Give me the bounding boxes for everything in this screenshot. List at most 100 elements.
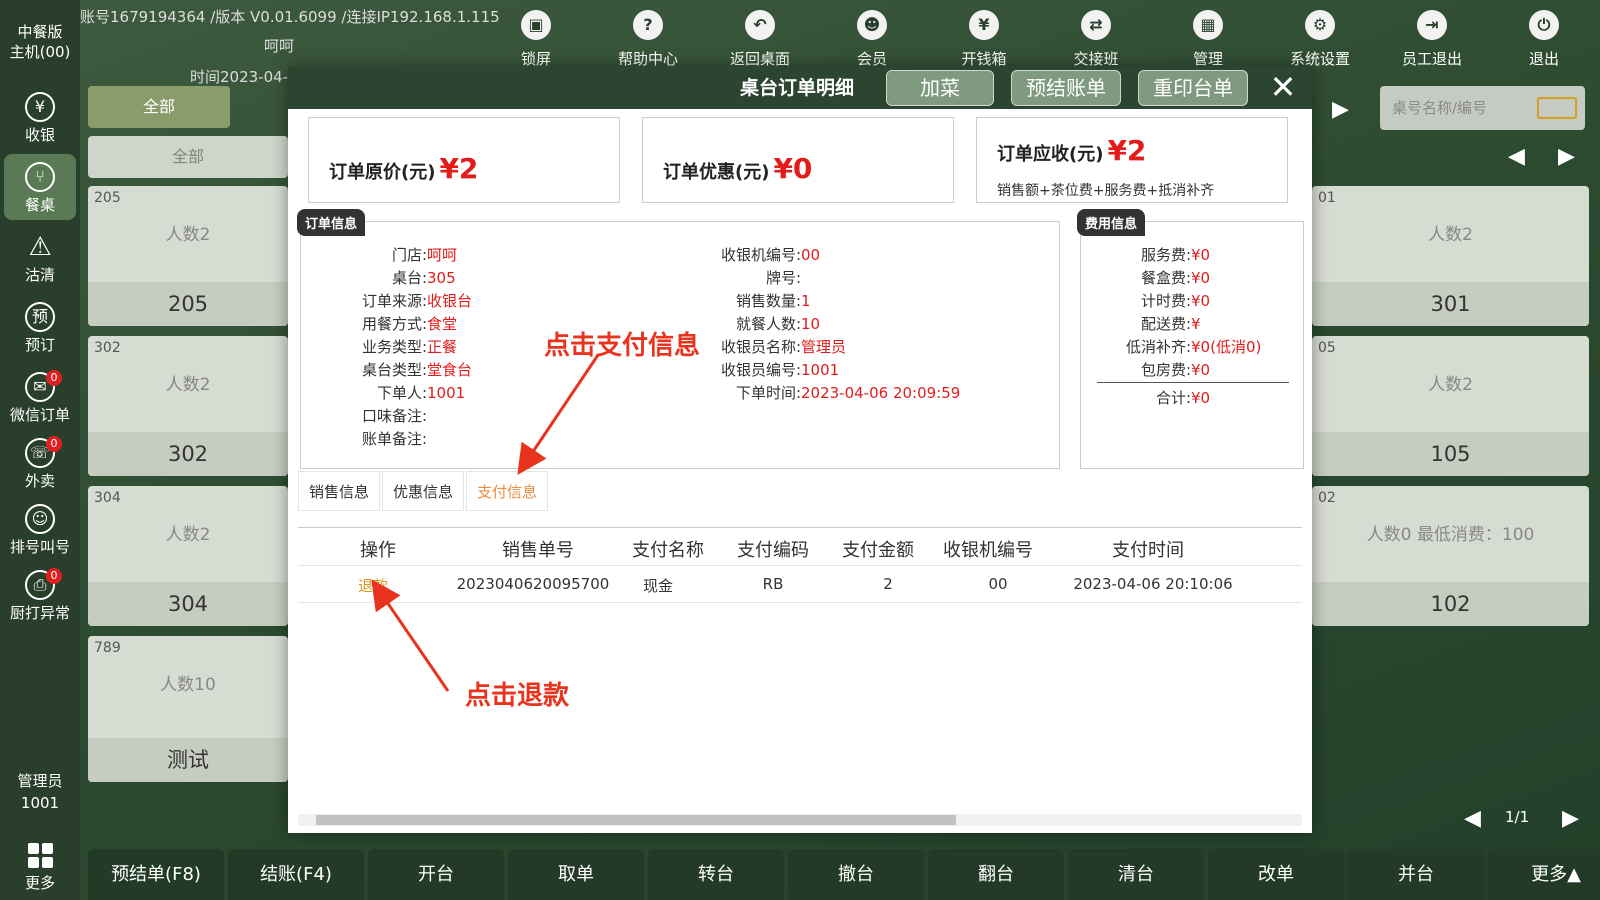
back-desktop-label: 返回桌面 bbox=[729, 50, 790, 68]
brand-line1: 中餐版 bbox=[17, 23, 63, 41]
table-card[interactable]: 01 人数2 301 bbox=[1312, 186, 1589, 326]
table-people: 人数2 bbox=[165, 525, 211, 545]
dining-icon: ⑂ bbox=[25, 162, 55, 192]
merge-table-button[interactable]: 并台 bbox=[1348, 849, 1484, 900]
next-arrow-icon[interactable]: ▶ bbox=[1558, 144, 1575, 169]
table-card[interactable]: 05 人数2 105 bbox=[1312, 336, 1589, 476]
area-tab-all[interactable]: 全部 bbox=[88, 86, 230, 128]
sidebar-more-button[interactable]: 更多 bbox=[0, 843, 80, 893]
sidebar-item-wechat-orders[interactable]: ✉ 0 微信订单 bbox=[4, 364, 76, 430]
staff-logout-button[interactable]: ⇥ 员工退出 bbox=[1382, 10, 1482, 70]
table-name: 302 bbox=[88, 432, 288, 476]
badge: 0 bbox=[46, 370, 62, 386]
page-prev-icon[interactable]: ◀ bbox=[1464, 806, 1481, 831]
scroll-right-icon[interactable]: ▶ bbox=[1332, 97, 1349, 122]
open-cashbox-label: 开钱箱 bbox=[961, 50, 1007, 68]
sidebar-item-label: 厨打异常 bbox=[9, 604, 70, 622]
table-card[interactable]: 302 人数2 302 bbox=[88, 336, 288, 476]
pos-app: 中餐版 主机(00) ¥ 收银 ⑂ 餐桌 ⚠ 沽清 预 预订 ✉ 0 微信订单 … bbox=[0, 0, 1600, 900]
exit-button[interactable]: ⏻ 退出 bbox=[1494, 10, 1594, 70]
store-name: 呵呵 bbox=[264, 37, 295, 55]
power-icon: ⏻ bbox=[1529, 10, 1559, 40]
table-name: 304 bbox=[88, 582, 288, 626]
table-people: 人数2 bbox=[165, 225, 211, 245]
help-center-label: 帮助中心 bbox=[617, 50, 678, 68]
checkout-f4-button[interactable]: 结账(F4) bbox=[228, 849, 364, 900]
table-no: 789 bbox=[94, 640, 121, 656]
prebill-f8-button[interactable]: 预结单(F8) bbox=[88, 849, 224, 900]
arrow-to-refund bbox=[371, 579, 450, 692]
table-people: 人数10 bbox=[160, 675, 216, 695]
open-table-button[interactable]: 开台 bbox=[368, 849, 504, 900]
prev-arrow-icon[interactable]: ◀ bbox=[1508, 144, 1525, 169]
sidebar-item-kitchen-print[interactable]: ⎙ 0 厨打异常 bbox=[4, 562, 76, 628]
manage-button[interactable]: ▦ 管理 bbox=[1158, 10, 1258, 70]
brand-line2: 主机(00) bbox=[9, 43, 71, 61]
open-cashbox-button[interactable]: ¥ 开钱箱 bbox=[934, 10, 1034, 70]
table-people: 人数0 最低消费：100 bbox=[1366, 525, 1535, 545]
bottom-action-bar: 预结单(F8) 结账(F4) 开台 取单 转台 撤台 翻台 清台 改单 并台 更… bbox=[88, 849, 1600, 900]
help-center-button[interactable]: ? 帮助中心 bbox=[598, 10, 698, 70]
annotation-arrows bbox=[371, 354, 600, 692]
badge: 0 bbox=[46, 436, 62, 452]
fetch-order-button[interactable]: 取单 bbox=[508, 849, 644, 900]
sidebar-item-reserve[interactable]: 预 预订 bbox=[4, 294, 76, 360]
transfer-table-button[interactable]: 转台 bbox=[648, 849, 784, 900]
member-button[interactable]: ☻ 会员 bbox=[822, 10, 922, 70]
manage-label: 管理 bbox=[1192, 50, 1223, 68]
handover-button[interactable]: ⇄ 交接班 bbox=[1046, 10, 1146, 70]
grid-icon bbox=[27, 843, 53, 868]
brand: 中餐版 主机(00) bbox=[0, 22, 80, 62]
user-id: 1001 bbox=[20, 794, 60, 812]
table-no: 304 bbox=[94, 490, 121, 506]
more-button[interactable]: 更多▲ bbox=[1488, 849, 1600, 900]
member-icon: ☻ bbox=[857, 10, 887, 40]
table-name: 105 bbox=[1312, 432, 1589, 476]
sidebar-item-label: 微信订单 bbox=[9, 406, 70, 424]
turn-table-button[interactable]: 翻台 bbox=[928, 849, 1064, 900]
system-settings-button[interactable]: ⚙ 系统设置 bbox=[1270, 10, 1370, 70]
cancel-table-button[interactable]: 撤台 bbox=[788, 849, 924, 900]
sidebar-item-takeout[interactable]: ☏ 0 外卖 bbox=[4, 430, 76, 496]
yen-icon: ¥ bbox=[25, 92, 55, 122]
lock-screen-label: 锁屏 bbox=[520, 50, 551, 68]
sidebar-item-label: 外卖 bbox=[24, 472, 55, 490]
table-card[interactable]: 304 人数2 304 bbox=[88, 486, 288, 626]
warning-icon: ⚠ bbox=[28, 232, 52, 262]
manage-icon: ▦ bbox=[1193, 10, 1223, 40]
sidebar-item-label: 预订 bbox=[24, 336, 55, 354]
table-search-input[interactable]: 桌号名称/编号 bbox=[1380, 86, 1585, 130]
page-next-icon[interactable]: ▶ bbox=[1562, 806, 1579, 831]
clear-table-button[interactable]: 清台 bbox=[1068, 849, 1204, 900]
scrollbar-thumb[interactable] bbox=[316, 815, 956, 825]
table-people: 人数2 bbox=[165, 375, 211, 395]
staff-logout-label: 员工退出 bbox=[1401, 50, 1462, 68]
back-desktop-button[interactable]: ↶ 返回桌面 bbox=[710, 10, 810, 70]
lock-screen-button[interactable]: ▣ 锁屏 bbox=[486, 10, 586, 70]
sidebar-item-queue[interactable]: ☺ 排号叫号 bbox=[4, 496, 76, 562]
money-bag-icon: ¥ bbox=[969, 10, 999, 40]
table-card[interactable]: 02 人数0 最低消费：100 102 bbox=[1312, 486, 1589, 626]
sidebar-item-tables[interactable]: ⑂ 餐桌 bbox=[4, 154, 76, 220]
left-sidebar: 中餐版 主机(00) ¥ 收银 ⑂ 餐桌 ⚠ 沽清 预 预订 ✉ 0 微信订单 … bbox=[0, 0, 80, 900]
table-card[interactable]: 789 人数10 测试 bbox=[88, 636, 288, 782]
modify-order-button[interactable]: 改单 bbox=[1208, 849, 1344, 900]
current-user: 管理员 1001 bbox=[0, 770, 80, 814]
table-people: 人数2 bbox=[1428, 375, 1473, 395]
table-name: 102 bbox=[1312, 582, 1589, 626]
help-icon: ? bbox=[633, 10, 663, 40]
table-no: 01 bbox=[1318, 190, 1336, 206]
sidebar-item-label: 沽清 bbox=[24, 266, 55, 284]
sidebar-item-cashier[interactable]: ¥ 收银 bbox=[4, 84, 76, 150]
gear-icon: ⚙ bbox=[1305, 10, 1335, 40]
table-card[interactable]: 205 人数2 205 bbox=[88, 186, 288, 326]
order-detail-modal: 桌台订单明细 加菜 预结账单 重印台单 ✕ 订单原价(元) ¥2 订单优惠(元) ¥… bbox=[288, 67, 1312, 833]
sidebar-item-label: 排号叫号 bbox=[9, 538, 70, 556]
table-people: 人数2 bbox=[1428, 225, 1473, 245]
sidebar-item-soldout[interactable]: ⚠ 沽清 bbox=[4, 224, 76, 290]
sidebar-item-label: 餐桌 bbox=[24, 196, 55, 214]
horizontal-scrollbar[interactable] bbox=[298, 814, 1302, 826]
subtab-all[interactable]: 全部 bbox=[88, 136, 288, 178]
keyboard-icon[interactable] bbox=[1537, 97, 1577, 119]
exit-label: 退出 bbox=[1528, 50, 1559, 68]
